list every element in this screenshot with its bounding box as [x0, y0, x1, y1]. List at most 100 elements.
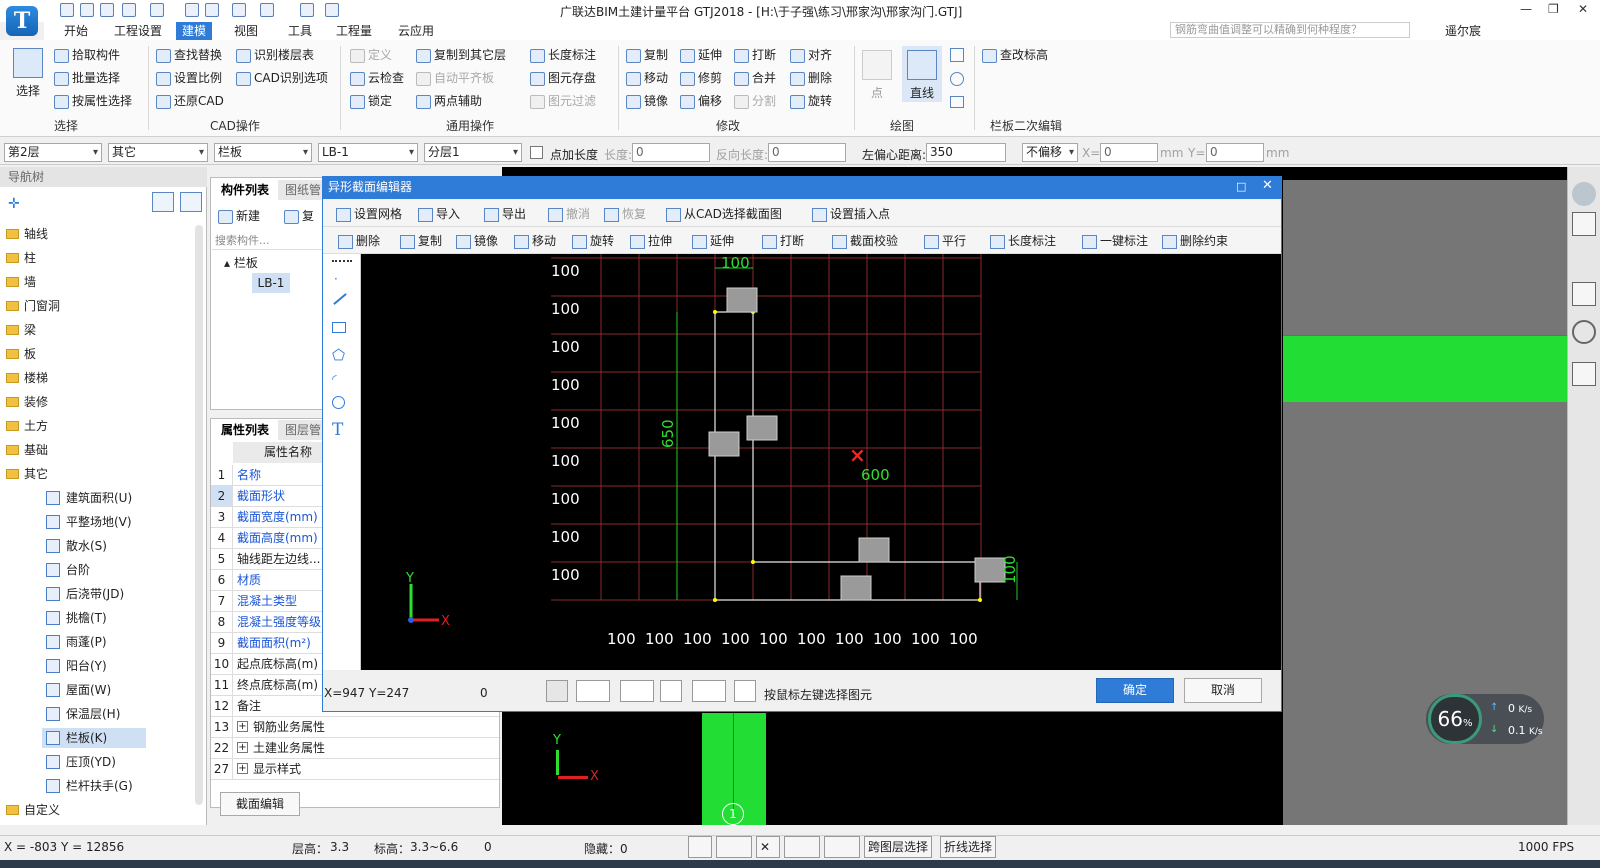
- restore-cad-button[interactable]: 还原CAD: [156, 92, 224, 110]
- component-type-select[interactable]: 栏板: [214, 143, 312, 162]
- rotate-view-icon[interactable]: [1572, 320, 1596, 344]
- tool-polygon-icon[interactable]: ⬠: [332, 346, 345, 364]
- sum-icon[interactable]: [185, 3, 199, 17]
- polyline-select-button[interactable]: 折线选择: [940, 836, 997, 858]
- group-label-common[interactable]: 通用操作: [446, 117, 494, 134]
- menu-modeling[interactable]: 建模: [176, 22, 213, 40]
- layer-icon[interactable]: [260, 3, 274, 17]
- nav-item-foundation[interactable]: 基础: [0, 440, 48, 460]
- move-button[interactable]: 移动: [626, 69, 668, 87]
- set-grid-button[interactable]: 设置网格: [336, 205, 402, 223]
- mirror-button[interactable]: 镜像: [626, 92, 668, 110]
- ortho-status-icon[interactable]: [688, 836, 712, 858]
- import-button[interactable]: 导入: [418, 205, 460, 223]
- constraint-marker[interactable]: [726, 287, 758, 313]
- open-file-icon[interactable]: [80, 3, 94, 17]
- group-label-draw[interactable]: 绘图: [890, 117, 914, 134]
- reverse-length-input[interactable]: 0: [768, 143, 846, 162]
- tab-drawing-manager[interactable]: 图纸管: [278, 180, 329, 200]
- save-element-button[interactable]: 图元存盘: [530, 69, 596, 87]
- menu-project-settings[interactable]: 工程设置: [108, 22, 168, 40]
- dlg-move-button[interactable]: 移动: [514, 232, 556, 250]
- constraint-marker[interactable]: [840, 575, 872, 601]
- extend-button[interactable]: 延伸: [680, 46, 722, 64]
- display-toggle-icon[interactable]: [692, 680, 726, 702]
- menu-cloud[interactable]: 云应用: [392, 22, 440, 40]
- pick-component-button[interactable]: 拾取构件: [54, 46, 120, 64]
- dlg-rotate-button[interactable]: 旋转: [572, 232, 614, 250]
- add-length-checkbox[interactable]: [530, 146, 543, 159]
- batch-select-button[interactable]: 批量选择: [54, 69, 120, 87]
- offset-input[interactable]: 350: [926, 143, 1006, 162]
- dialog-close-button[interactable]: ✕: [1262, 178, 1273, 193]
- nav-item-other[interactable]: 其它: [0, 464, 48, 484]
- snap-status-icon[interactable]: [716, 836, 752, 858]
- point-draw-button[interactable]: 点: [862, 50, 892, 101]
- section-grid-svg[interactable]: 100 100 100 100 100 100 100 100 100 100 100 100 100…: [361, 254, 1281, 670]
- parallel-button[interactable]: 平行: [924, 232, 966, 250]
- set-scale-button[interactable]: 设置比例: [156, 69, 222, 87]
- property-row[interactable]: 13 钢筋业务属性 +: [211, 717, 499, 738]
- nav-sub-insulation[interactable]: 保温层(H): [42, 704, 120, 724]
- tree-item-lb1[interactable]: LB-1: [252, 273, 290, 293]
- add-icon[interactable]: ✛: [8, 196, 20, 212]
- delete-constraint-button[interactable]: 删除约束: [1162, 232, 1228, 250]
- dim-right-label[interactable]: 100: [1001, 555, 1019, 584]
- expand-icon[interactable]: +: [237, 721, 248, 732]
- break-button[interactable]: 打断: [734, 46, 776, 64]
- cancel-button[interactable]: 取消: [1184, 678, 1262, 703]
- ortho-toggle-icon[interactable]: [546, 680, 568, 702]
- copy-button[interactable]: 复制: [626, 46, 668, 64]
- nav-item-custom[interactable]: 自定义: [0, 800, 60, 820]
- constraint-marker[interactable]: [708, 431, 740, 457]
- dim-top-label[interactable]: 100: [721, 254, 750, 272]
- component-search-input[interactable]: 搜索构件...: [212, 232, 322, 250]
- redo-button[interactable]: 恢复: [604, 205, 646, 223]
- export-button[interactable]: 导出: [484, 205, 526, 223]
- nav-sub-apron[interactable]: 散水(S): [42, 536, 107, 556]
- element-filter-button[interactable]: 图元过滤: [530, 92, 596, 110]
- section-edit-button[interactable]: 截面编辑: [220, 792, 300, 816]
- type-select[interactable]: 其它: [108, 143, 208, 162]
- nav-sub-steps[interactable]: 台阶: [42, 560, 90, 580]
- grid-snap-icon[interactable]: [660, 680, 682, 702]
- cross-layer-select-button[interactable]: 跨图层选择: [864, 836, 933, 858]
- merge-button[interactable]: 合并: [734, 69, 776, 87]
- app-logo[interactable]: T: [6, 6, 38, 36]
- copy-to-floor-button[interactable]: 复制到其它层: [416, 46, 506, 64]
- property-row[interactable]: 27 显示样式 +: [211, 759, 499, 780]
- nav-item-decoration[interactable]: 装修: [0, 392, 48, 412]
- section-canvas[interactable]: 100 100 100 100 100 100 100 100 100 100 100 100 100…: [361, 254, 1281, 670]
- grid-view-icon[interactable]: [1572, 362, 1596, 386]
- nav-sub-railing[interactable]: 栏杆扶手(G): [42, 776, 133, 796]
- nav-sub-site-leveling[interactable]: 平整场地(V): [42, 512, 132, 532]
- no-offset-select[interactable]: 不偏移: [1022, 143, 1078, 162]
- dlg-delete-button[interactable]: 删除: [338, 232, 380, 250]
- menu-quantity[interactable]: 工程量: [330, 22, 378, 40]
- select-by-property-button[interactable]: 按属性选择: [54, 92, 132, 110]
- insert-point-icon[interactable]: ×: [849, 443, 866, 467]
- new-file-icon[interactable]: [60, 3, 74, 17]
- rectangle-icon[interactable]: [950, 96, 964, 108]
- vertex-point[interactable]: [713, 310, 717, 314]
- dim-toggle-icon[interactable]: [734, 680, 756, 702]
- dlg-copy-button[interactable]: 复制: [400, 232, 442, 250]
- nav-sub-balcony[interactable]: 阳台(Y): [42, 656, 107, 676]
- expand-icon[interactable]: +: [237, 763, 248, 774]
- dlg-stretch-button[interactable]: 拉伸: [630, 232, 672, 250]
- nav-sub-post-pour[interactable]: 后浇带(JD): [42, 584, 124, 604]
- cad-options-button[interactable]: CAD识别选项: [236, 69, 328, 87]
- globe-view-icon[interactable]: [1572, 182, 1596, 206]
- nav-item-wall[interactable]: 墙: [0, 272, 36, 292]
- line-draw-button[interactable]: 直线: [902, 46, 942, 102]
- x-input[interactable]: 0: [1100, 143, 1158, 162]
- box-view-icon[interactable]: [1572, 282, 1596, 306]
- one-click-dim-button[interactable]: 一键标注: [1082, 232, 1148, 250]
- close-window-button[interactable]: ✕: [1578, 2, 1588, 16]
- angle-icon[interactable]: [784, 836, 820, 858]
- nav-item-axis[interactable]: 轴线: [0, 224, 48, 244]
- dlg-mirror-button[interactable]: 镜像: [456, 232, 498, 250]
- nav-sub-building-area[interactable]: 建筑面积(U): [42, 488, 132, 508]
- help-search-input[interactable]: 钢筋弯曲值调整可以精确到何种程度？: [1170, 22, 1410, 38]
- user-name[interactable]: 遥尔宸: [1445, 22, 1481, 39]
